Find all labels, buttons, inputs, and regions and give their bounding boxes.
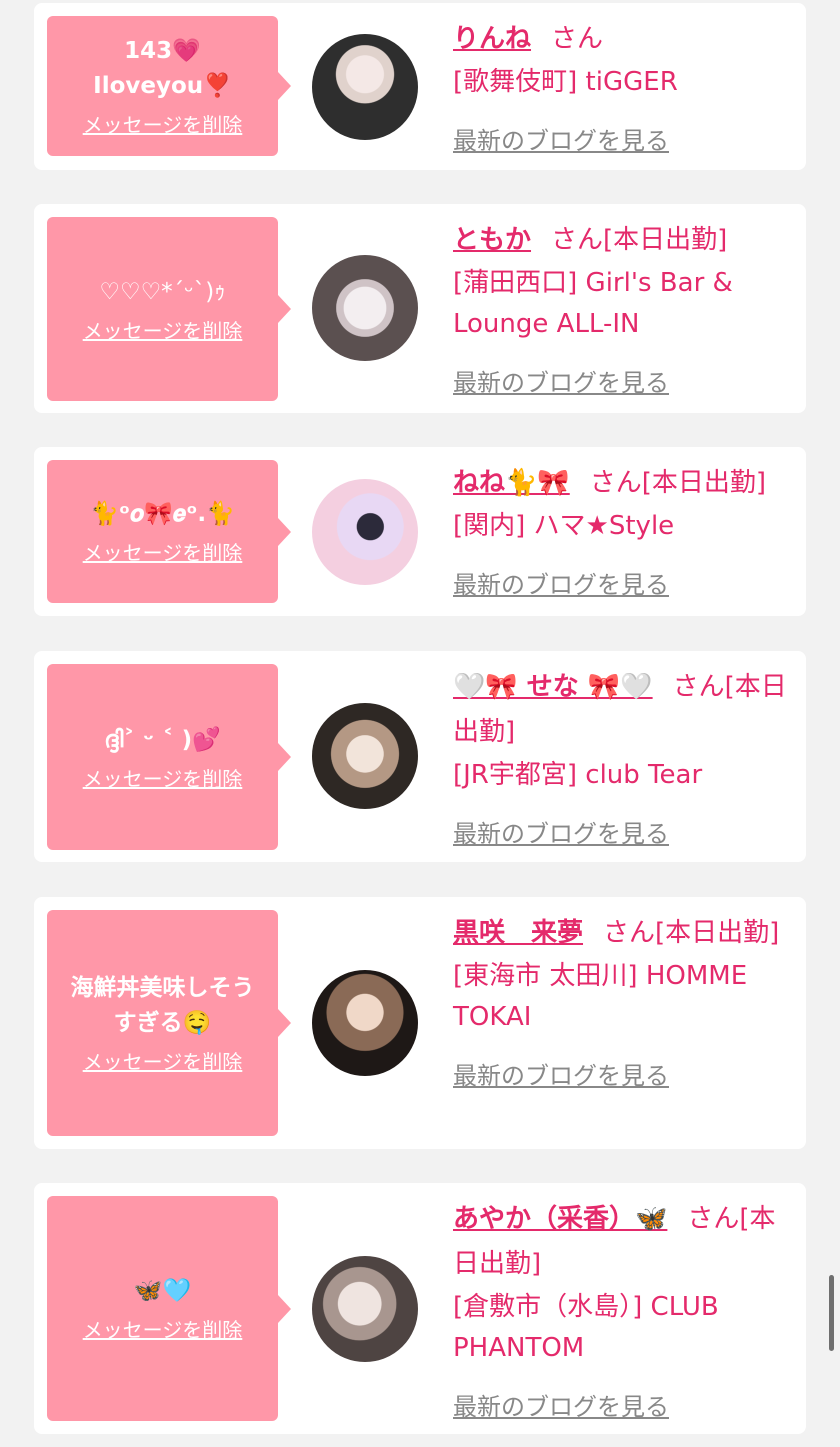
message-bubble: 143💗 Iloveyou❣️ メッセージを削除 (47, 16, 291, 156)
latest-blog-link[interactable]: 最新のブログを見る (453, 363, 669, 398)
honorific: さん (687, 1204, 740, 1234)
cast-info: ともか さん[本日出勤] [蒲田西口] Girl's Bar & Lounge A… (453, 218, 793, 398)
avatar[interactable] (312, 703, 418, 809)
cast-name-link[interactable]: あやか（采香）🦋 (453, 1204, 667, 1234)
status-badge: [本日出勤] (603, 225, 728, 255)
message-card: 143💗 Iloveyou❣️ メッセージを削除 りんね さん [歌舞伎町] ti… (34, 3, 806, 170)
delete-message-link[interactable]: メッセージを削除 (83, 318, 243, 344)
name-line: 🤍🎀 せな 🎀🤍 さん[本日出勤] (453, 665, 793, 755)
latest-blog-link[interactable]: 最新のブログを見る (453, 565, 669, 600)
honorific: さん (603, 918, 656, 948)
delete-message-link[interactable]: メッセージを削除 (83, 1317, 243, 1343)
message-card: 🐈ᵒ𝒐🎀𝒆ᵒ.🐈 メッセージを削除 ねね🐈🎀 さん[本日出勤] [関内] ハマ★S… (34, 447, 806, 616)
avatar[interactable] (312, 255, 418, 361)
message-bubble: ദ്ദി˃ ᵕ ˂ )💕 メッセージを削除 (47, 664, 291, 850)
message-bubble: ♡♡♡*´ᵕ`)ｩ メッセージを削除 (47, 217, 291, 401)
message-card: 🦋🩵 メッセージを削除 あやか（采香）🦋 さん[本日出勤] [倉敷市（水島）] C… (34, 1183, 806, 1434)
cast-info: 🤍🎀 せな 🎀🤍 さん[本日出勤] [JR宇都宮] club Tear 最新のブロ… (453, 665, 793, 849)
avatar[interactable] (312, 970, 418, 1076)
honorific: さん (672, 672, 725, 702)
message-card: ♡♡♡*´ᵕ`)ｩ メッセージを削除 ともか さん[本日出勤] [蒲田西口] Gi… (34, 204, 806, 413)
message-text: 海鮮丼美味しそう すぎる🤤 (70, 975, 255, 1036)
cast-name-link[interactable]: りんね (453, 24, 531, 54)
message-bubble: 🦋🩵 メッセージを削除 (47, 1196, 291, 1421)
status-badge: [本日出勤] (655, 918, 780, 948)
avatar[interactable] (312, 479, 418, 585)
avatar[interactable] (312, 34, 418, 140)
status-badge: [本日出勤] (641, 468, 767, 498)
name-line: ともか さん[本日出勤] (453, 218, 793, 263)
latest-blog-link[interactable]: 最新のブログを見る (453, 814, 669, 849)
delete-message-link[interactable]: メッセージを削除 (83, 766, 243, 792)
honorific: さん (551, 225, 604, 255)
name-line: りんね さん (453, 17, 793, 62)
message-text: 143💗 Iloveyou❣️ (93, 38, 232, 99)
cast-name-link[interactable]: 🤍🎀 せな 🎀🤍 (453, 672, 653, 702)
shop-name: [関内] ハマ★Style (453, 511, 675, 541)
message-text: 🐈ᵒ𝒐🎀𝒆ᵒ.🐈 (90, 501, 235, 527)
cast-info: 黒咲 来夢 さん[本日出勤] [東海市 太田川] HOMME TOKAI 最新のブ… (453, 911, 793, 1091)
message-bubble: 海鮮丼美味しそう すぎる🤤 メッセージを削除 (47, 910, 291, 1136)
honorific: さん (551, 24, 604, 54)
message-card: 海鮮丼美味しそう すぎる🤤 メッセージを削除 黒咲 来夢 さん[本日出勤] [東海… (34, 897, 806, 1149)
latest-blog-link[interactable]: 最新のブログを見る (453, 121, 669, 156)
shop-name: [倉敷市（水島）] CLUB PHANTOM (453, 1292, 719, 1363)
cast-info: あやか（采香）🦋 さん[本日出勤] [倉敷市（水島）] CLUB PHANTOM … (453, 1197, 793, 1422)
message-bubble: 🐈ᵒ𝒐🎀𝒆ᵒ.🐈 メッセージを削除 (47, 460, 291, 603)
cast-info: りんね さん [歌舞伎町] tiGGER 最新のブログを見る (453, 17, 793, 156)
shop-name: [JR宇都宮] club Tear (453, 760, 703, 790)
delete-message-link[interactable]: メッセージを削除 (83, 540, 243, 566)
cast-name-link[interactable]: 黒咲 来夢 (453, 918, 583, 948)
shop-name: [歌舞伎町] tiGGER (453, 67, 678, 97)
message-text: ദ്ദി˃ ᵕ ˂ )💕 (104, 726, 221, 753)
cast-name-link[interactable]: ねね🐈🎀 (453, 468, 570, 498)
honorific: さん (589, 468, 642, 498)
avatar[interactable] (312, 1256, 418, 1362)
message-text: 🦋🩵 (133, 1278, 192, 1304)
delete-message-link[interactable]: メッセージを削除 (83, 1049, 243, 1075)
cast-name-link[interactable]: ともか (453, 225, 531, 255)
shop-name: [蒲田西口] Girl's Bar & Lounge ALL-IN (453, 268, 733, 339)
name-line: 黒咲 来夢 さん[本日出勤] (453, 911, 793, 956)
cast-info: ねね🐈🎀 さん[本日出勤] [関内] ハマ★Style 最新のブログを見る (453, 461, 793, 600)
message-text: ♡♡♡*´ᵕ`)ｩ (99, 278, 226, 305)
delete-message-link[interactable]: メッセージを削除 (83, 112, 243, 138)
shop-name: [東海市 太田川] HOMME TOKAI (453, 961, 748, 1032)
latest-blog-link[interactable]: 最新のブログを見る (453, 1387, 669, 1422)
latest-blog-link[interactable]: 最新のブログを見る (453, 1056, 669, 1091)
message-card: ദ്ദി˃ ᵕ ˂ )💕 メッセージを削除 🤍🎀 せな 🎀🤍 さん[本日出勤] [… (34, 651, 806, 862)
name-line: あやか（采香）🦋 さん[本日出勤] (453, 1197, 793, 1287)
scrollbar[interactable] (829, 1275, 834, 1351)
name-line: ねね🐈🎀 さん[本日出勤] (453, 461, 793, 506)
